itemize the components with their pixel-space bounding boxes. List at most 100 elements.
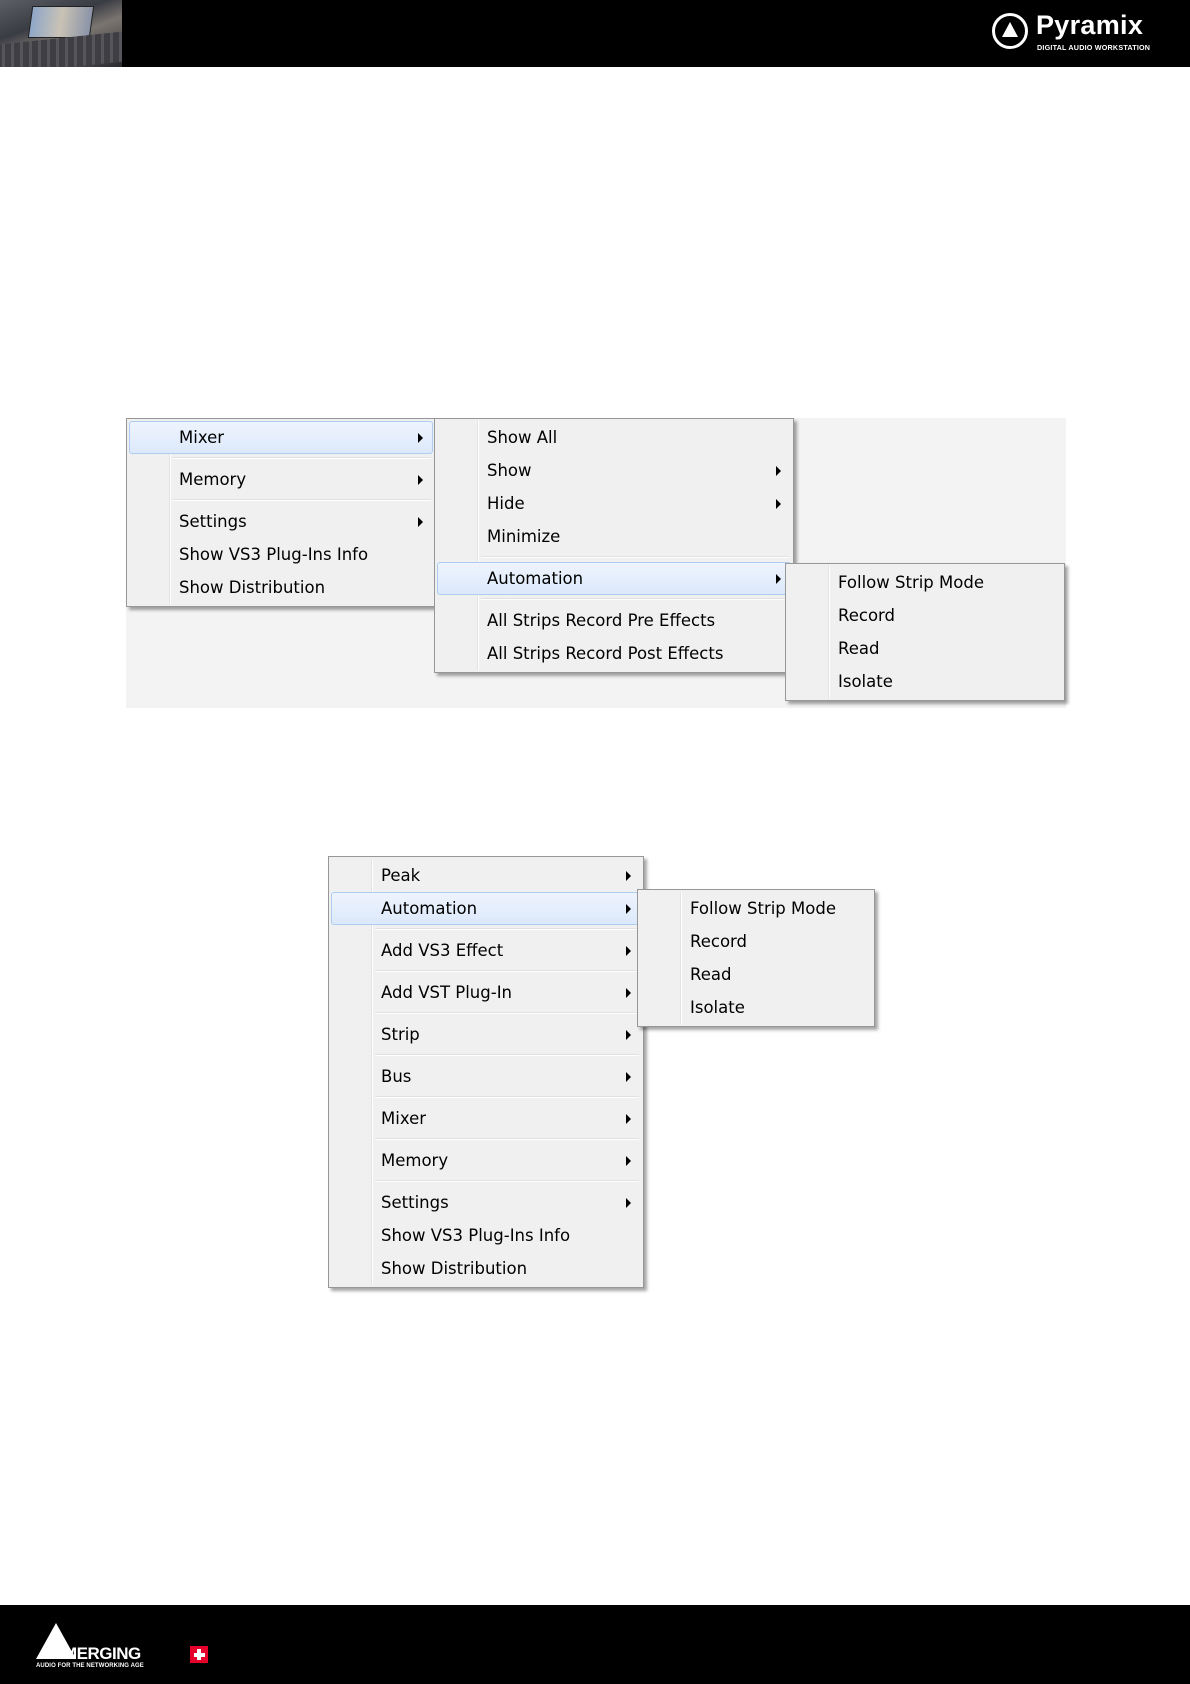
menu-separator <box>331 1093 641 1102</box>
menu-item-show-distribution[interactable]: Show Distribution <box>129 571 433 604</box>
menu-item-label: Show Distribution <box>179 578 326 597</box>
menu-item-label: Peak <box>381 866 421 885</box>
menu-item-memory[interactable]: Memory <box>129 463 433 496</box>
menu-item-label: Settings <box>179 512 247 531</box>
menu-item-follow-strip-mode[interactable]: Follow Strip Mode <box>640 892 872 925</box>
automation-submenu: Follow Strip Mode Record Read Isolate <box>785 563 1065 701</box>
context-menu-main: Mixer Memory Settings Show VS3 Plug-Ins Inf… <box>126 418 436 607</box>
merging-logo: MERGING AUDIO FOR THE NETWORKING AGE <box>36 1623 236 1673</box>
menu-item-label: Isolate <box>690 998 745 1017</box>
submenu-arrow-icon <box>626 904 631 914</box>
brand-subtitle: DIGITAL AUDIO WORKSTATION <box>1037 43 1151 52</box>
menu-item-add-vs3-effect[interactable]: Add VS3 Effect <box>331 934 641 967</box>
submenu-arrow-icon <box>626 871 631 881</box>
menu-item-label: Automation <box>381 899 478 918</box>
menu-separator <box>129 454 433 463</box>
automation-submenu-2: Follow Strip Mode Record Read Isolate <box>637 889 875 1027</box>
menu-item-label: Show <box>487 461 532 480</box>
submenu-arrow-icon <box>776 574 781 584</box>
menu-item-label: Memory <box>381 1151 449 1170</box>
menu-item-show-vs3-plug-ins-info[interactable]: Show VS3 Plug-Ins Info <box>129 538 433 571</box>
context-menu-strip: Peak Automation Add VS3 Effect Add VST Plug… <box>328 856 644 1288</box>
menu-item-record[interactable]: Record <box>640 925 872 958</box>
pyramix-logo-icon <box>992 13 1028 49</box>
menu-separator <box>331 1135 641 1144</box>
menu-item-label: All Strips Record Pre Effects <box>487 611 716 630</box>
menu-item-mixer[interactable]: Mixer <box>331 1102 641 1135</box>
menu-item-label: Bus <box>381 1067 412 1086</box>
menu-item-automation[interactable]: Automation <box>437 562 791 595</box>
menu-item-label: Follow Strip Mode <box>838 573 984 592</box>
menu-item-label: Automation <box>487 569 584 588</box>
submenu-arrow-icon <box>626 1114 631 1124</box>
menu-item-peak[interactable]: Peak <box>331 859 641 892</box>
menu-item-label: All Strips Record Post Effects <box>487 644 724 663</box>
footer-brand-subtitle: AUDIO FOR THE NETWORKING AGE <box>36 1663 144 1669</box>
menu-item-label: Show VS3 Plug-Ins Info <box>381 1226 571 1245</box>
menu-item-label: Record <box>690 932 748 951</box>
menu-item-label: Mixer <box>381 1109 427 1128</box>
submenu-arrow-icon <box>626 1030 631 1040</box>
submenu-arrow-icon <box>626 946 631 956</box>
menu-item-all-strips-record-pre-effects[interactable]: All Strips Record Pre Effects <box>437 604 791 637</box>
menu-item-label: Mixer <box>179 428 225 447</box>
menu-item-read[interactable]: Read <box>640 958 872 991</box>
menu-item-automation[interactable]: Automation <box>331 892 641 925</box>
menu-item-show-vs3-plug-ins-info[interactable]: Show VS3 Plug-Ins Info <box>331 1219 641 1252</box>
studio-photo-icon <box>0 0 122 67</box>
menu-item-minimize[interactable]: Minimize <box>437 520 791 553</box>
menu-item-label: Settings <box>381 1193 449 1212</box>
menu-item-label: Read <box>690 965 732 984</box>
menu-item-label: Minimize <box>487 527 561 546</box>
menu-item-hide[interactable]: Hide <box>437 487 791 520</box>
menu-separator <box>437 595 791 604</box>
menu-item-read[interactable]: Read <box>788 632 1062 665</box>
submenu-arrow-icon <box>776 466 781 476</box>
menu-separator <box>129 496 433 505</box>
submenu-arrow-icon <box>418 433 423 443</box>
menu-item-isolate[interactable]: Isolate <box>788 665 1062 698</box>
menu-item-isolate[interactable]: Isolate <box>640 991 872 1024</box>
menu-item-label: Hide <box>487 494 525 513</box>
submenu-arrow-icon <box>418 475 423 485</box>
menu-item-record[interactable]: Record <box>788 599 1062 632</box>
menu-item-bus[interactable]: Bus <box>331 1060 641 1093</box>
menu-item-label: Isolate <box>838 672 893 691</box>
menu-item-label: Add VS3 Effect <box>381 941 504 960</box>
menu-item-show-distribution[interactable]: Show Distribution <box>331 1252 641 1285</box>
menu-item-settings[interactable]: Settings <box>331 1186 641 1219</box>
submenu-arrow-icon <box>626 1156 631 1166</box>
submenu-arrow-icon <box>776 499 781 509</box>
menu-item-label: Read <box>838 639 880 658</box>
submenu-arrow-icon <box>626 1198 631 1208</box>
menu-item-strip[interactable]: Strip <box>331 1018 641 1051</box>
submenu-arrow-icon <box>626 988 631 998</box>
menu-item-label: Strip <box>381 1025 420 1044</box>
menu-separator <box>331 925 641 934</box>
menu-item-settings[interactable]: Settings <box>129 505 433 538</box>
menu-item-label: Record <box>838 606 896 625</box>
menu-separator <box>331 1177 641 1186</box>
menu-item-label: Add VST Plug-In <box>381 983 513 1002</box>
submenu-arrow-icon <box>418 517 423 527</box>
menu-separator <box>331 1009 641 1018</box>
menu-item-show[interactable]: Show <box>437 454 791 487</box>
menu-item-label: Show VS3 Plug-Ins Info <box>179 545 369 564</box>
menu-separator <box>437 553 791 562</box>
menu-item-mixer[interactable]: Mixer <box>129 421 433 454</box>
menu-item-all-strips-record-post-effects[interactable]: All Strips Record Post Effects <box>437 637 791 670</box>
menu-item-add-vst-plug-in[interactable]: Add VST Plug-In <box>331 976 641 1009</box>
menu-item-label: Follow Strip Mode <box>690 899 836 918</box>
page-header: Pyramix DIGITAL AUDIO WORKSTATION <box>0 0 1190 67</box>
menu-item-show-all[interactable]: Show All <box>437 421 791 454</box>
menu-separator <box>331 967 641 976</box>
mixer-submenu: Show All Show Hide Minimize Automation All St… <box>434 418 794 673</box>
menu-item-follow-strip-mode[interactable]: Follow Strip Mode <box>788 566 1062 599</box>
pyramix-brand: Pyramix DIGITAL AUDIO WORKSTATION <box>992 10 1172 56</box>
menu-item-label: Show Distribution <box>381 1259 528 1278</box>
menu-item-label: Memory <box>179 470 247 489</box>
brand-name: Pyramix <box>1036 10 1144 40</box>
swiss-cross-icon <box>190 1646 208 1663</box>
menu-item-memory[interactable]: Memory <box>331 1144 641 1177</box>
menu-separator <box>331 1051 641 1060</box>
